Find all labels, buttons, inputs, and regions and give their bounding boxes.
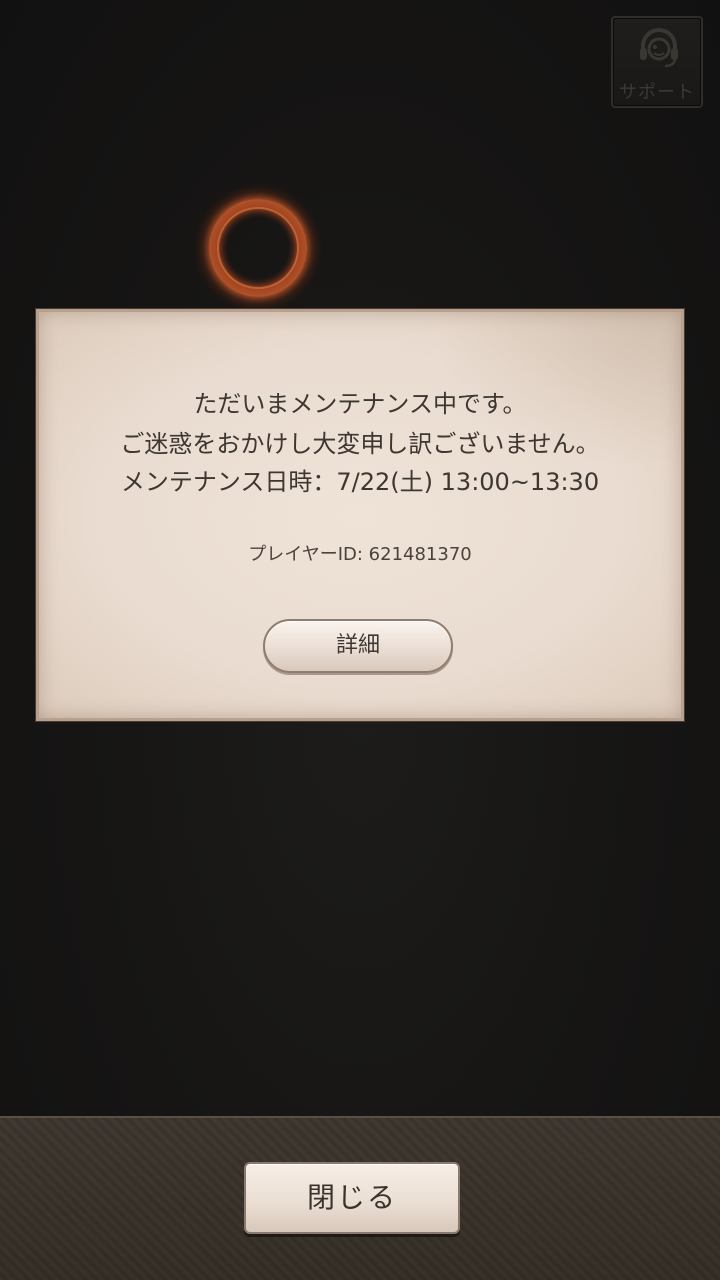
maintenance-message-line: ただいまメンテナンス中です。 — [193, 390, 527, 418]
maintenance-schedule-line: メンテナンス日時：7/22(土) 13:00~13:30 — [120, 468, 600, 496]
detail-button[interactable]: 詳細 — [263, 619, 453, 673]
support-button[interactable]: サポート — [611, 16, 703, 108]
footer-bar: 閉じる — [0, 1116, 720, 1280]
maintenance-dialog: ただいまメンテナンス中です。 ご迷惑をおかけし大変申し訳ございません。 メンテナ… — [36, 309, 684, 721]
player-id: プレイヤーID: 621481370 — [248, 544, 472, 565]
headset-icon — [640, 28, 678, 68]
close-button[interactable]: 閉じる — [244, 1162, 460, 1234]
loading-ring-icon — [192, 182, 324, 314]
support-label: サポート — [619, 82, 695, 103]
maintenance-screen: サポート ただいまメンテナンス中です。 ご迷惑をおかけし大変申し訳ございません。… — [0, 0, 720, 1280]
maintenance-message-line: ご迷惑をおかけし大変申し訳ございません。 — [120, 430, 600, 458]
